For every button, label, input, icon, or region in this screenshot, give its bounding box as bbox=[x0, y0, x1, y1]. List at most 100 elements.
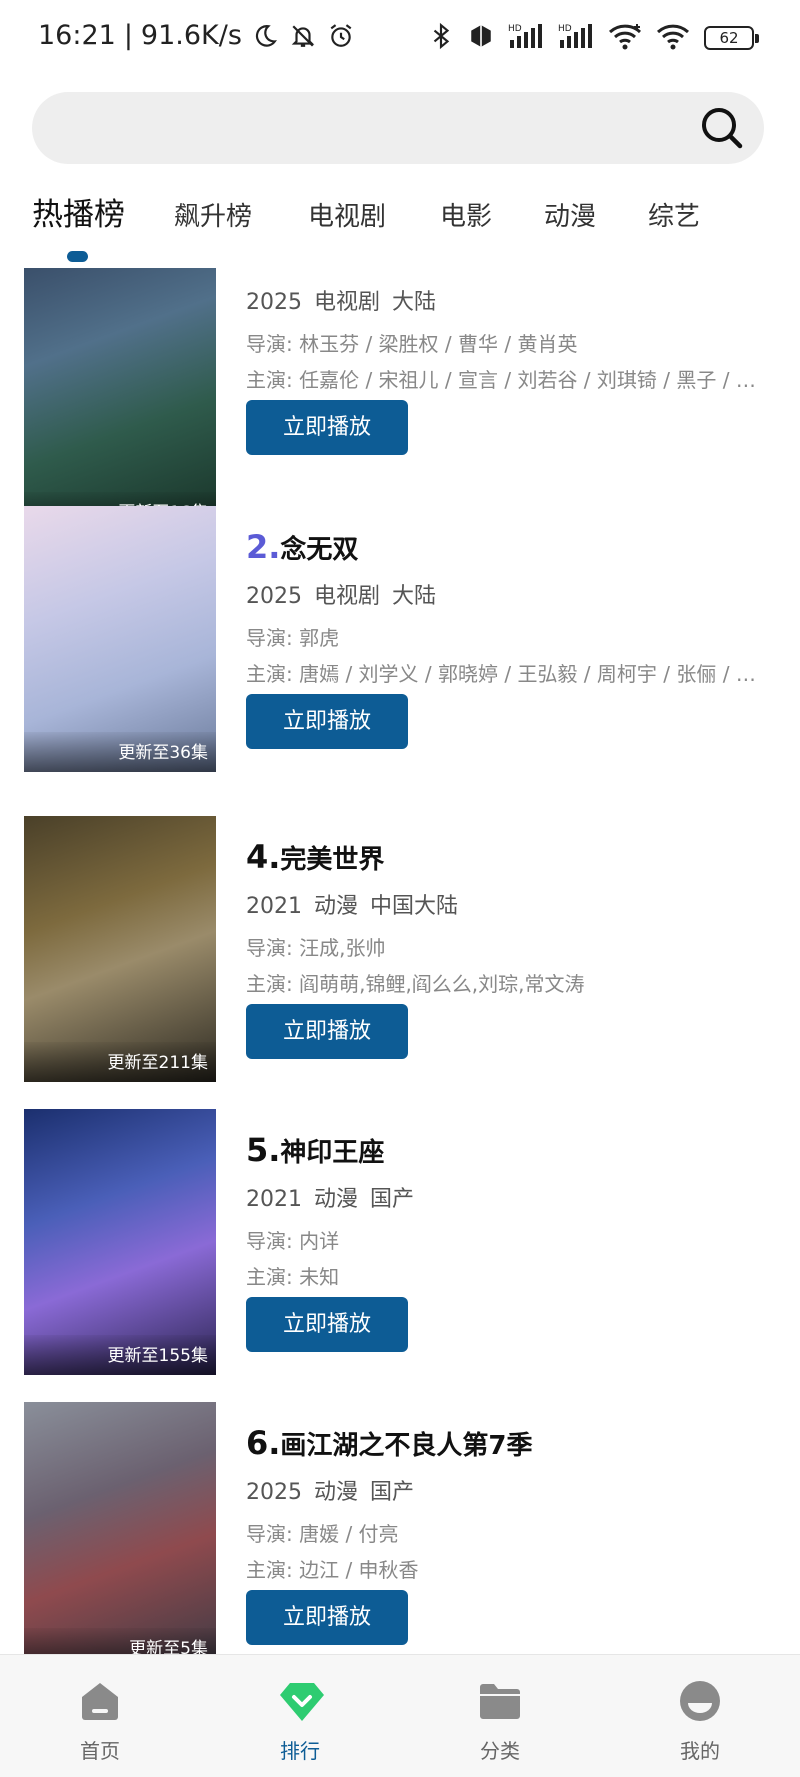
item-type: 动漫 bbox=[314, 1480, 359, 1505]
episode-badge: 更新至36集 bbox=[24, 732, 216, 772]
list-item[interactable]: 更新至155集 5.神印王座 2021 动漫 国产 导演: 内详 主演: 未知 立即… bbox=[0, 1109, 800, 1375]
wifi-icon bbox=[608, 22, 642, 54]
item-rank: 2. bbox=[246, 528, 281, 566]
item-year: 2021 bbox=[246, 1187, 302, 1212]
episode-badge: 更新至211集 bbox=[24, 1042, 216, 1082]
bell-off-icon bbox=[288, 21, 318, 51]
status-separator: | bbox=[123, 20, 133, 51]
play-button[interactable]: 立即播放 bbox=[246, 400, 408, 455]
nav-home-label: 首页 bbox=[80, 1739, 120, 1763]
item-region: 国产 bbox=[370, 1480, 415, 1505]
item-year: 2025 bbox=[246, 584, 302, 609]
tab-anime[interactable]: 动漫 bbox=[544, 192, 596, 242]
profile-icon bbox=[678, 1679, 722, 1723]
tab-indicator bbox=[67, 251, 88, 262]
item-type: 电视剧 bbox=[314, 584, 381, 609]
item-type: 动漫 bbox=[314, 894, 359, 919]
nav-profile-label: 我的 bbox=[680, 1739, 720, 1763]
item-region: 大陆 bbox=[392, 290, 437, 315]
tab-movie[interactable]: 电影 bbox=[440, 192, 492, 242]
wifi-icon bbox=[656, 22, 690, 54]
item-meta: 2025 电视剧 大陆 bbox=[246, 578, 448, 610]
nav-profile[interactable]: 我的 bbox=[600, 1655, 800, 1777]
item-region: 中国大陆 bbox=[370, 894, 459, 919]
nav-category-label: 分类 bbox=[480, 1739, 520, 1763]
status-time: 16:21 bbox=[38, 20, 116, 51]
episode-badge: 更新至155集 bbox=[24, 1335, 216, 1375]
item-cast: 主演: 唐嫣 / 刘学义 / 郭晓婷 / 王弘毅 / 周柯宇 / 张俪 / … bbox=[246, 662, 756, 686]
status-bar: 16:21 | 91.6K/s HD HD 62 bbox=[0, 0, 800, 78]
hd-signal-icon: HD bbox=[558, 22, 594, 54]
item-director: 导演: 内详 bbox=[246, 1229, 340, 1253]
item-rank: 6. bbox=[246, 1424, 281, 1462]
bottom-nav: 首页 排行 分类 我的 bbox=[0, 1654, 800, 1777]
alarm-icon bbox=[326, 21, 356, 51]
tab-rising[interactable]: 飙升榜 bbox=[174, 192, 252, 242]
item-rank: 5. bbox=[246, 1131, 281, 1169]
item-meta: 2025 动漫 国产 bbox=[246, 1474, 426, 1506]
hd-signal-icon: HD bbox=[508, 22, 544, 54]
item-region: 大陆 bbox=[392, 584, 437, 609]
list-item[interactable]: 更新至36集 2.念无双 2025 电视剧 大陆 导演: 郭虎 主演: 唐嫣 / 刘… bbox=[0, 506, 800, 772]
home-icon bbox=[78, 1679, 122, 1723]
item-director: 导演: 郭虎 bbox=[246, 626, 340, 650]
item-year: 2025 bbox=[246, 290, 302, 315]
moon-icon bbox=[250, 21, 280, 51]
battery-icon: 62 bbox=[704, 26, 759, 50]
item-type: 电视剧 bbox=[314, 290, 381, 315]
ranking-tabs: 热播榜 飙升榜 电视剧 电影 动漫 综艺 bbox=[0, 190, 800, 270]
svg-text:HD: HD bbox=[508, 24, 522, 34]
item-meta: 2021 动漫 国产 bbox=[246, 1181, 426, 1213]
battery-level: 62 bbox=[719, 29, 739, 47]
poster-image[interactable]: 更新至16集 bbox=[24, 268, 216, 532]
list-item[interactable]: 更新至211集 4.完美世界 2021 动漫 中国大陆 导演: 汪成,张帅 主演: … bbox=[0, 816, 800, 1082]
item-region: 国产 bbox=[370, 1187, 415, 1212]
status-net-speed: 91.6K/s bbox=[140, 20, 242, 51]
item-cast: 主演: 边江 / 申秋香 bbox=[246, 1558, 419, 1582]
item-title: 4.完美世界 bbox=[246, 838, 776, 876]
item-title-text: 念无双 bbox=[280, 535, 359, 565]
status-left: 16:21 | 91.6K/s bbox=[38, 20, 356, 51]
item-title: 5.神印王座 bbox=[246, 1131, 776, 1169]
play-button[interactable]: 立即播放 bbox=[246, 694, 408, 749]
poster-image[interactable]: 更新至5集 bbox=[24, 1402, 216, 1654]
search-bar[interactable] bbox=[32, 92, 764, 164]
item-meta: 2025 电视剧 大陆 bbox=[246, 284, 448, 316]
item-year: 2025 bbox=[246, 1480, 302, 1505]
item-director: 导演: 林玉芬 / 梁胜权 / 曹华 / 黄肖英 bbox=[246, 332, 578, 356]
list-item[interactable]: 更新至5集 6.画江湖之不良人第7季 2025 动漫 国产 导演: 唐媛 / 付亮 … bbox=[0, 1402, 800, 1654]
item-cast: 主演: 未知 bbox=[246, 1265, 340, 1289]
item-meta: 2021 动漫 中国大陆 bbox=[246, 888, 470, 920]
item-year: 2021 bbox=[246, 894, 302, 919]
item-cast: 主演: 阎萌萌,锦鲤,阎么么,刘琮,常文涛 bbox=[246, 972, 585, 996]
item-type: 动漫 bbox=[314, 1187, 359, 1212]
item-title-text: 完美世界 bbox=[280, 845, 385, 875]
tab-tv[interactable]: 电视剧 bbox=[308, 192, 386, 242]
diamond-icon bbox=[278, 1679, 324, 1723]
item-title: 6.画江湖之不良人第7季 bbox=[246, 1424, 776, 1462]
search-icon[interactable] bbox=[700, 106, 744, 150]
poster-image[interactable]: 更新至36集 bbox=[24, 506, 216, 772]
poster-image[interactable]: 更新至211集 bbox=[24, 816, 216, 1082]
tab-hot[interactable]: 热播榜 bbox=[32, 190, 125, 240]
folder-icon bbox=[478, 1679, 522, 1723]
play-button[interactable]: 立即播放 bbox=[246, 1590, 408, 1645]
item-cast: 主演: 任嘉伦 / 宋祖儿 / 宣言 / 刘若谷 / 刘琪锜 / 黑子 / … bbox=[246, 368, 756, 392]
ranking-list[interactable]: 更新至16集 2025电视剧大陆 导演: 林玉芬 / 梁胜权 / 曹华 / 黄肖… bbox=[0, 268, 800, 1654]
item-title-text: 神印王座 bbox=[280, 1138, 385, 1168]
nav-home[interactable]: 首页 bbox=[0, 1655, 200, 1777]
item-title: 2.念无双 bbox=[246, 528, 776, 566]
nav-category[interactable]: 分类 bbox=[400, 1655, 600, 1777]
item-director: 导演: 唐媛 / 付亮 bbox=[246, 1522, 399, 1546]
list-item[interactable]: 更新至16集 2025 电视剧大陆 导演: 林玉芬 / 梁胜权 / 曹华 / 黄肖… bbox=[0, 268, 800, 532]
shield-icon bbox=[468, 22, 494, 54]
episode-badge: 更新至5集 bbox=[24, 1628, 216, 1654]
poster-image[interactable]: 更新至155集 bbox=[24, 1109, 216, 1375]
play-button[interactable]: 立即播放 bbox=[246, 1297, 408, 1352]
nav-ranking[interactable]: 排行 bbox=[200, 1655, 400, 1777]
tab-variety[interactable]: 综艺 bbox=[648, 192, 700, 242]
nav-ranking-label: 排行 bbox=[280, 1739, 320, 1763]
play-button[interactable]: 立即播放 bbox=[246, 1004, 408, 1059]
item-director: 导演: 汪成,张帅 bbox=[246, 936, 386, 960]
status-right: HD HD 62 bbox=[428, 22, 759, 54]
